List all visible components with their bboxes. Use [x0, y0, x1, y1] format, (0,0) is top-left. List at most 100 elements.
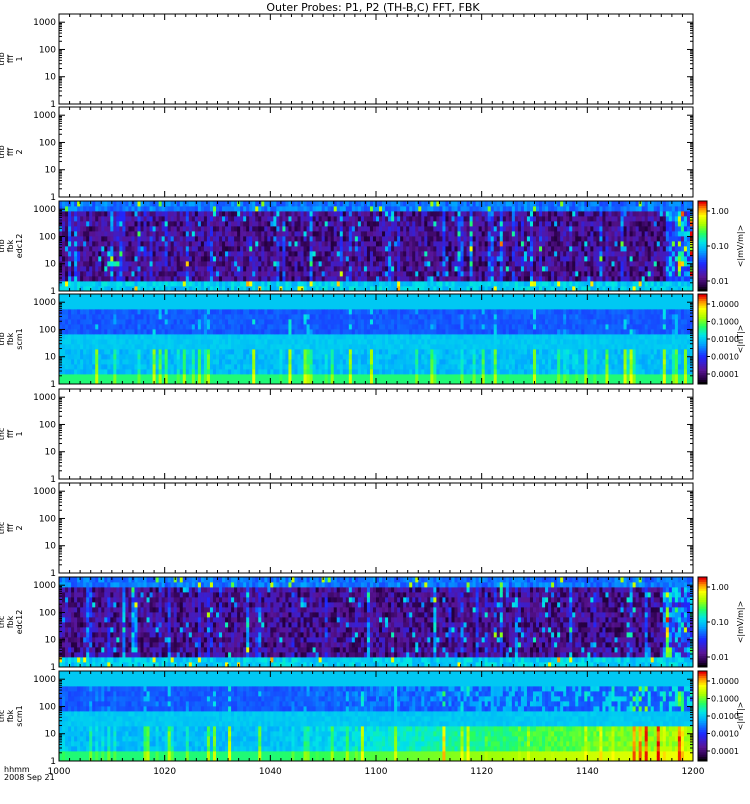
spectrogram-cell: [439, 246, 442, 251]
spectrogram-cell: [62, 216, 65, 221]
spectrogram-cell: [506, 216, 509, 221]
spectrogram-cell: [648, 281, 651, 286]
spectrogram-cell: [316, 281, 319, 286]
spectrogram-cell: [104, 354, 107, 359]
spectrogram-cell: [530, 211, 533, 216]
spectrogram-cell: [590, 266, 593, 271]
spectrogram-cell: [675, 241, 678, 246]
spectrogram-cell: [62, 344, 65, 349]
panel-label-line: fff: [6, 55, 15, 64]
spectrogram-cell: [122, 201, 125, 206]
spectrogram-cell: [216, 276, 219, 281]
spectrogram-cell: [294, 251, 297, 256]
spectrogram-cell: [512, 231, 515, 236]
spectrogram-cell: [436, 241, 439, 246]
spectrogram-cell: [301, 206, 304, 211]
spectrogram-cell: [258, 276, 261, 281]
spectrogram-cell: [98, 206, 101, 211]
spectrogram-cell: [147, 359, 150, 364]
spectrogram-cell: [436, 231, 439, 236]
spectrogram-cell: [418, 276, 421, 281]
spectrogram-cell: [455, 276, 458, 281]
spectrogram-cell: [92, 231, 95, 236]
spectrogram-cell: [113, 319, 116, 324]
spectrogram-cell: [367, 201, 370, 206]
spectrogram-cell: [113, 246, 116, 251]
spectrogram-cell: [379, 261, 382, 266]
spectrogram-cell: [74, 261, 77, 266]
spectrogram-cell: [116, 339, 119, 344]
spectrogram-cell: [675, 261, 678, 266]
spectrogram-cell: [346, 241, 349, 246]
spectrogram-cell: [530, 226, 533, 231]
spectrogram-cell: [153, 374, 156, 379]
spectrogram-cell: [74, 226, 77, 231]
spectrogram-cell: [509, 216, 512, 221]
spectrogram-cell: [243, 221, 246, 226]
spectrogram-cell: [141, 246, 144, 251]
spectrogram-cell: [415, 241, 418, 246]
spectrogram-cell: [65, 216, 68, 221]
spectrogram-cell: [119, 349, 122, 354]
spectrogram-cell: [379, 236, 382, 241]
spectrogram-cell: [642, 231, 645, 236]
spectrogram-cell: [325, 266, 328, 271]
spectrogram-cell: [352, 211, 355, 216]
spectrogram-cell: [282, 221, 285, 226]
spectrogram-cell: [575, 281, 578, 286]
spectrogram-cell: [89, 319, 92, 324]
spectrogram-cell: [346, 246, 349, 251]
spectrogram-cell: [201, 271, 204, 276]
spectrogram-cell: [71, 354, 74, 359]
spectrogram-cell: [171, 276, 174, 281]
spectrogram-cell: [512, 241, 515, 246]
spectrogram-cell: [654, 211, 657, 216]
spectrogram-cell: [633, 231, 636, 236]
spectrogram-cell: [180, 266, 183, 271]
spectrogram-cell: [243, 256, 246, 261]
spectrogram-cell: [207, 201, 210, 206]
spectrogram-cell: [119, 319, 122, 324]
spectrogram-cell: [165, 211, 168, 216]
spectrogram-cell: [675, 216, 678, 221]
spectrogram-cell: [512, 221, 515, 226]
spectrogram-cell: [596, 216, 599, 221]
spectrogram-cell: [518, 281, 521, 286]
spectrogram-cell: [621, 216, 624, 221]
spectrogram-cell: [666, 211, 669, 216]
spectrogram-cell: [125, 211, 128, 216]
spectrogram-cell: [276, 206, 279, 211]
spectrogram-cell: [180, 276, 183, 281]
spectrogram-cell: [687, 246, 690, 251]
spectrogram-cell: [406, 266, 409, 271]
spectrogram-cell: [255, 251, 258, 256]
spectrogram-cell: [71, 231, 74, 236]
spectrogram-cell: [101, 329, 104, 334]
spectrogram-cell: [65, 281, 68, 286]
spectrogram-cell: [403, 281, 406, 286]
spectrogram-cell: [651, 241, 654, 246]
spectrogram-cell: [373, 256, 376, 261]
spectrogram-cell: [80, 349, 83, 354]
spectrogram-cell: [243, 211, 246, 216]
spectrogram-cell: [388, 251, 391, 256]
spectrogram-cell: [358, 231, 361, 236]
spectrogram-cell: [442, 281, 445, 286]
spectrogram-cell: [125, 231, 128, 236]
spectrogram-cell: [119, 359, 122, 364]
spectrogram-cell: [89, 364, 92, 369]
spectrogram-cell: [95, 216, 98, 221]
spectrogram-cell: [150, 319, 153, 324]
spectrogram-cell: [207, 241, 210, 246]
spectrogram-cell: [210, 246, 213, 251]
spectrogram-cell: [557, 206, 560, 211]
spectrogram-cell: [334, 281, 337, 286]
spectrogram-cell: [445, 241, 448, 246]
spectrogram-cell: [150, 304, 153, 309]
spectrogram-cell: [80, 334, 83, 339]
spectrogram-cell: [433, 221, 436, 226]
spectrogram-cell: [310, 206, 313, 211]
spectrogram-cell: [322, 231, 325, 236]
spectrogram-cell: [337, 256, 340, 261]
spectrogram-cell: [138, 319, 141, 324]
